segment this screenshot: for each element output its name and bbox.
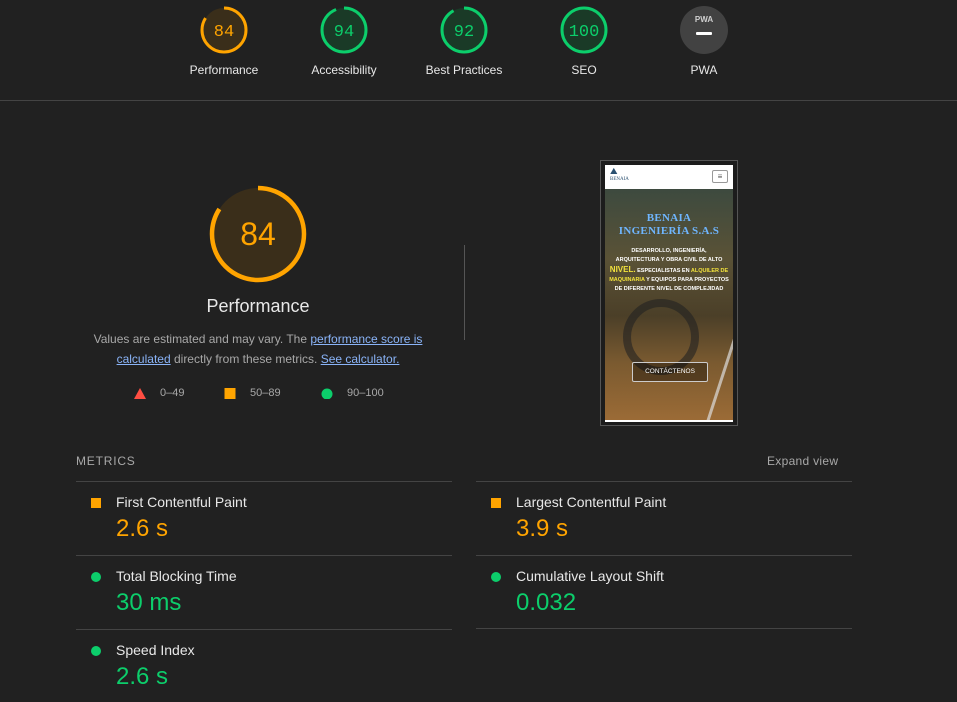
metric-total-blocking-time: Total Blocking Time 30 ms bbox=[76, 555, 452, 628]
metric-value: 3.9 s bbox=[516, 515, 569, 542]
expand-view-toggle[interactable]: Expand view bbox=[767, 454, 838, 468]
performance-gauge: 84 bbox=[209, 185, 307, 283]
metric-value: 2.6 s bbox=[116, 663, 169, 690]
score-note: Values are estimated and may vary. The p… bbox=[88, 329, 428, 369]
legend-pass: 90–100 bbox=[321, 387, 384, 399]
triangle-icon bbox=[134, 387, 146, 399]
gauge-score: 100 bbox=[569, 23, 600, 42]
legend-fail: 0–49 bbox=[134, 387, 184, 399]
legend-range: 50–89 bbox=[250, 387, 281, 399]
legend-range: 0–49 bbox=[160, 387, 185, 399]
gauge-ring: 94 bbox=[320, 6, 368, 54]
metric-speed-index: Speed Index 2.6 s bbox=[76, 629, 452, 702]
contact-button: CONTÁCTENOS bbox=[632, 362, 708, 382]
menu-icon: ≡ bbox=[712, 170, 728, 183]
metric-first-contentful-paint: First Contentful Paint 2.6 s bbox=[76, 481, 452, 554]
metric-name: Total Blocking Time bbox=[116, 568, 237, 584]
site-logo: ⛰ BENAIA bbox=[610, 166, 629, 183]
gauge-score: 92 bbox=[454, 23, 474, 42]
square-icon bbox=[91, 498, 101, 508]
gauge-ring: 92 bbox=[440, 6, 488, 54]
gauge-label: Best Practices bbox=[425, 63, 503, 77]
gauge-score: 94 bbox=[334, 23, 354, 42]
gauge-accessibility[interactable]: 94 Accessibility bbox=[289, 5, 399, 77]
divider bbox=[464, 245, 465, 340]
legend-range: 90–100 bbox=[347, 387, 384, 399]
pwa-badge-text: PWA bbox=[695, 15, 713, 24]
gauge-label: SEO bbox=[571, 63, 597, 77]
category-summary-bar: 84 Performance 94 Accessibility 92 Best … bbox=[0, 0, 957, 101]
gauge-ring: 100 bbox=[560, 6, 608, 54]
hero-heading-line: INGENIERÍA S.A.S bbox=[618, 225, 720, 237]
gauge-label: Accessibility bbox=[311, 63, 377, 77]
gauge-performance[interactable]: 84 Performance bbox=[169, 5, 279, 77]
legend-average: 50–89 bbox=[224, 387, 281, 399]
gauge-seo[interactable]: 100 SEO bbox=[529, 5, 639, 77]
hero-heading: BENAIA INGENIERÍA S.A.S bbox=[605, 212, 733, 238]
metric-value: 0.032 bbox=[516, 589, 577, 616]
site-header: ⛰ BENAIA ≡ bbox=[605, 165, 733, 187]
note-text: Values are estimated and may vary. The bbox=[93, 332, 311, 346]
metric-name: Cumulative Layout Shift bbox=[516, 568, 664, 584]
metric-name: Largest Contentful Paint bbox=[516, 494, 667, 510]
performance-title: Performance bbox=[206, 296, 310, 316]
site-logo-text: BENAIA bbox=[610, 177, 629, 182]
gauge-ring: 84 bbox=[200, 6, 248, 54]
bottom-bar bbox=[605, 420, 733, 422]
performance-score: 84 bbox=[240, 216, 276, 252]
circle-icon bbox=[91, 646, 101, 656]
gauge-label: Performance bbox=[189, 63, 259, 77]
hero-highlight: NIVEL. bbox=[609, 265, 636, 274]
metric-value: 30 ms bbox=[116, 589, 182, 616]
metric-largest-contentful-paint: Largest Contentful Paint 3.9 s bbox=[476, 481, 852, 554]
screenshot-page: ⛰ BENAIA ≡ BENAIA INGENIERÍA S.A.S DESARR… bbox=[605, 165, 733, 422]
circle-icon bbox=[91, 572, 101, 582]
square-icon bbox=[224, 387, 236, 399]
pwa-badge-icon: PWA bbox=[680, 6, 728, 54]
circle-icon bbox=[491, 572, 501, 582]
final-screenshot[interactable]: ⛰ BENAIA ≡ BENAIA INGENIERÍA S.A.S DESARR… bbox=[600, 160, 738, 426]
hero-text: DESARROLLO, INGENIERÍA, ARQUITECTURA Y O… bbox=[609, 247, 729, 294]
circle-icon bbox=[321, 388, 333, 399]
metric-value: 2.6 s bbox=[116, 515, 169, 542]
site-hero: BENAIA INGENIERÍA S.A.S DESARROLLO, INGE… bbox=[605, 189, 733, 422]
gauge-pwa[interactable]: PWA PWA bbox=[649, 5, 759, 77]
hero-text-part: DESARROLLO, INGENIERÍA, ARQUITECTURA Y O… bbox=[615, 248, 723, 263]
calculator-link[interactable]: See calculator. bbox=[321, 352, 400, 366]
metric-name: First Contentful Paint bbox=[116, 494, 247, 510]
gauge-score: 84 bbox=[214, 23, 234, 42]
metric-cumulative-layout-shift: Cumulative Layout Shift 0.032 bbox=[476, 555, 852, 629]
metrics-heading: METRICS bbox=[76, 454, 136, 468]
gauge-best-practices[interactable]: 92 Best Practices bbox=[409, 5, 519, 77]
note-text: directly from these metrics. bbox=[170, 352, 321, 366]
metric-name: Speed Index bbox=[116, 642, 195, 658]
hero-heading-line: BENAIA bbox=[646, 212, 692, 224]
gauge-label: PWA bbox=[690, 63, 718, 77]
square-icon bbox=[491, 498, 501, 508]
hero-text-part: ESPECIALISTAS EN bbox=[635, 268, 691, 274]
